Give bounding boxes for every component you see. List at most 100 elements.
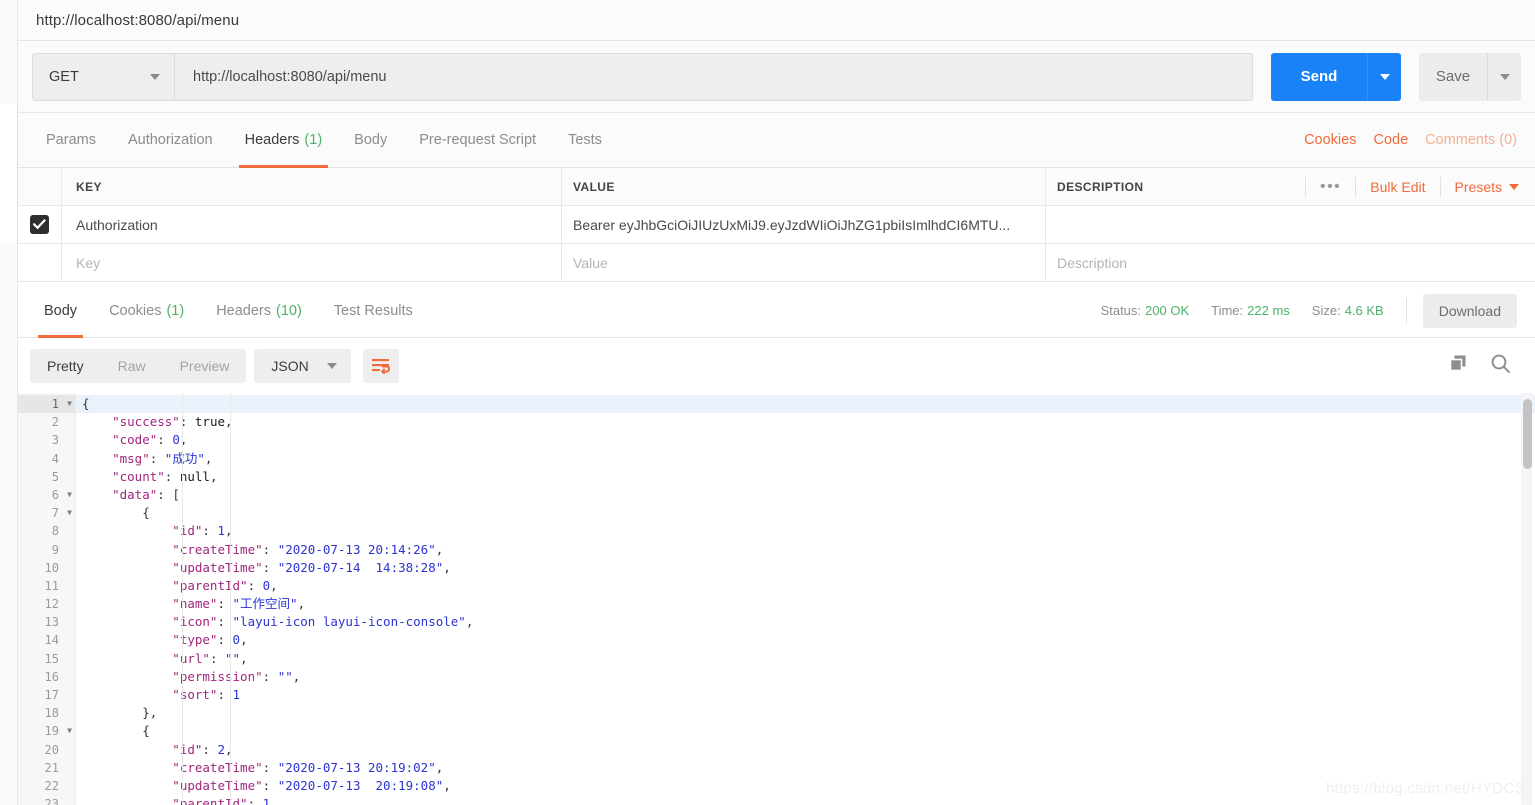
http-method-label: GET (49, 68, 79, 85)
word-wrap-icon (372, 359, 391, 374)
code-token: "createTime" (82, 759, 263, 775)
code-line: "name": "工作空间", (76, 595, 1535, 613)
code-token: , (270, 577, 278, 593)
http-method-select[interactable]: GET (32, 52, 174, 101)
download-button[interactable]: Download (1422, 293, 1517, 328)
tab-label: Headers (216, 302, 271, 319)
headers-table: KEY VALUE DESCRIPTION ••• Bulk Edit Pres… (18, 168, 1535, 282)
tab-pre-request-script[interactable]: Pre-request Script (403, 113, 552, 168)
response-tab-cookies[interactable]: Cookies (1) (93, 283, 200, 338)
row-description-cell[interactable] (1046, 206, 1535, 243)
response-tab-headers[interactable]: Headers (10) (200, 283, 318, 338)
code-token: "msg" (82, 450, 150, 466)
table-row-empty: Key Value Description (18, 244, 1535, 282)
view-preview-button[interactable]: Preview (163, 349, 247, 383)
code-token: "createTime" (82, 541, 263, 557)
code-token: "count" (82, 468, 165, 484)
code-token: , (225, 414, 233, 430)
code-token: : (262, 759, 278, 775)
response-format-select[interactable]: JSON (254, 348, 351, 383)
comments-link[interactable]: Comments (0) (1425, 132, 1517, 148)
code-token: "2020-07-13 20:19:02" (277, 759, 436, 775)
vertical-scrollbar-thumb[interactable] (1523, 399, 1532, 469)
tab-authorization[interactable]: Authorization (112, 113, 229, 168)
url-input[interactable] (174, 52, 1253, 101)
new-key-cell[interactable]: Key (62, 244, 562, 281)
fold-toggle-icon[interactable]: ▼ (67, 395, 72, 413)
code-token: "2020-07-13 20:14:26" (277, 541, 436, 557)
word-wrap-toggle[interactable] (362, 348, 399, 383)
copy-icon (1449, 355, 1466, 372)
response-body-toolbar: Pretty Raw Preview JSON (18, 338, 1535, 393)
code-token: true (194, 414, 226, 430)
fold-toggle-icon[interactable]: ▼ (67, 722, 72, 740)
code-line: "type": 0, (76, 631, 1535, 649)
fold-toggle-icon[interactable]: ▼ (67, 486, 72, 504)
tab-headers[interactable]: Headers (1) (229, 113, 339, 168)
response-tab-body[interactable]: Body (28, 283, 93, 338)
code-token: : (209, 650, 225, 666)
new-value-cell[interactable]: Value (562, 244, 1046, 281)
search-button[interactable] (1490, 353, 1511, 379)
code-token: 0 (232, 632, 241, 648)
request-tab-title[interactable]: http://localhost:8080/api/menu (18, 12, 239, 29)
code-token: : (247, 577, 263, 593)
code-token: , (209, 468, 218, 484)
header-value-text: Bearer eyJhbGciOiJIUzUxMiJ9.eyJzdWIiOiJh… (573, 216, 1011, 233)
line-number: 13 (44, 615, 59, 630)
view-pretty-button[interactable]: Pretty (30, 349, 101, 383)
code-token: "success" (82, 414, 180, 430)
code-token: { (82, 505, 150, 521)
presets-dropdown[interactable]: Presets (1441, 179, 1535, 195)
row-key-cell[interactable]: Authorization (62, 206, 562, 243)
code-token: : [ (157, 486, 180, 502)
new-description-cell[interactable]: Description (1046, 244, 1535, 281)
code-line: "parentId": 1 (76, 795, 1535, 805)
tab-params[interactable]: Params (30, 113, 112, 168)
code-token: , (435, 759, 444, 775)
save-options-button[interactable] (1487, 52, 1521, 101)
tab-body[interactable]: Body (338, 113, 403, 168)
header-cell-value: VALUE (562, 168, 1046, 205)
bulk-edit-button[interactable]: Bulk Edit (1356, 179, 1439, 195)
code-line: "updateTime": "2020-07-14 14:38:28", (76, 559, 1535, 577)
line-number: 1 ▼ (18, 395, 75, 414)
tab-label: Cookies (109, 302, 162, 319)
code-token: : (262, 777, 278, 793)
row-enabled-checkbox[interactable] (30, 215, 49, 234)
new-key-placeholder: Key (76, 254, 101, 271)
fold-toggle-icon[interactable]: ▼ (67, 504, 72, 522)
view-raw-button[interactable]: Raw (101, 349, 163, 383)
code-link[interactable]: Code (1373, 132, 1408, 148)
line-number: 8 (51, 524, 59, 539)
cookies-link[interactable]: Cookies (1304, 132, 1356, 148)
save-button[interactable]: Save (1419, 52, 1487, 101)
line-number: 4 (51, 451, 59, 466)
code-token: : (164, 468, 180, 484)
row-value-cell[interactable]: Bearer eyJhbGciOiJIUzUxMiJ9.eyJzdWIiOiJh… (562, 206, 1046, 243)
table-header-row: KEY VALUE DESCRIPTION ••• Bulk Edit Pres… (18, 168, 1535, 206)
tab-tests[interactable]: Tests (552, 113, 618, 168)
request-section-tabs: Params Authorization Headers (1) Body Pr… (18, 113, 1535, 168)
json-code-content[interactable]: { "success": true, "code": 0, "msg": "成功… (76, 393, 1535, 805)
line-number: 18 (44, 706, 59, 721)
save-button-group: Save (1419, 52, 1521, 101)
code-token: { (82, 723, 150, 739)
tab-label: Test Results (333, 302, 413, 319)
send-options-button[interactable] (1367, 52, 1401, 101)
copy-button[interactable] (1448, 353, 1468, 378)
response-body-editor[interactable]: 1 ▼ 2 3 4 5 6 ▼ 7 ▼ 8 9 10 11 12 13 14 15 16 17 18 19 ▼ 20 21 22 2… (18, 393, 1535, 805)
response-tab-test-results[interactable]: Test Results (318, 283, 429, 338)
status-value: 200 OK (1145, 303, 1190, 318)
code-line: "createTime": "2020-07-13 20:19:02", (76, 759, 1535, 777)
more-options-icon[interactable]: ••• (1306, 178, 1355, 195)
response-meta: Status: 200 OK Time: 222 ms Size: 4.6 KB Do… (1101, 293, 1535, 328)
code-line: "icon": "layui-icon layui-icon-console", (76, 613, 1535, 631)
code-token: "id" (82, 741, 203, 757)
code-token: "name" (82, 596, 218, 612)
size-badge: Size: 4.6 KB (1312, 303, 1384, 318)
send-button[interactable]: Send (1271, 52, 1367, 101)
column-label-description: DESCRIPTION (1057, 179, 1144, 194)
line-number: 5 (51, 469, 59, 484)
line-number: 2 (51, 415, 59, 430)
